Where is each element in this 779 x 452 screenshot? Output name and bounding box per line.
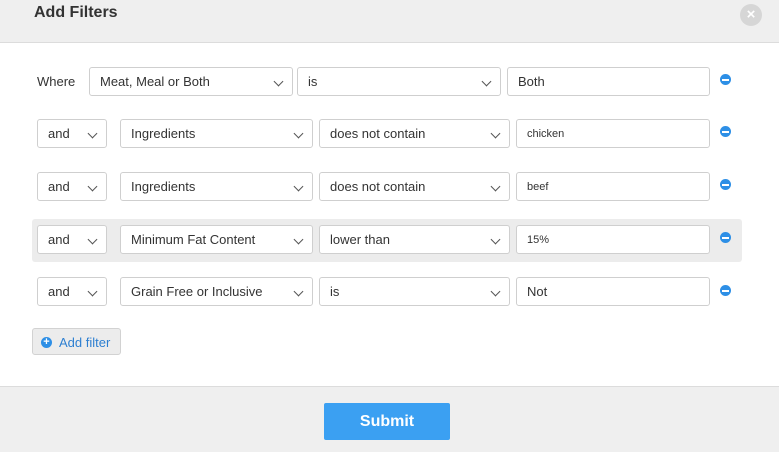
field-select[interactable]: Grain Free or Inclusive xyxy=(120,277,313,306)
chevron-down-icon xyxy=(293,181,304,192)
conjunction-select-value: and xyxy=(48,179,70,194)
field-select-value: Ingredients xyxy=(131,126,196,141)
dialog-title: Add Filters xyxy=(34,4,118,21)
close-icon[interactable]: × xyxy=(740,4,762,26)
value-input[interactable]: Both xyxy=(507,67,710,96)
field-select[interactable]: Meat, Meal or Both xyxy=(89,67,293,96)
remove-filter-icon[interactable] xyxy=(720,285,731,296)
conjunction-select-value: and xyxy=(48,232,70,247)
value-input[interactable]: chicken xyxy=(516,119,710,148)
conjunction-select-value: and xyxy=(48,284,70,299)
conjunction-select[interactable]: and xyxy=(37,119,107,148)
remove-filter-icon[interactable] xyxy=(720,179,731,190)
value-input[interactable]: 15% xyxy=(516,225,710,254)
operator-select-value: is xyxy=(308,74,318,89)
operator-select[interactable]: does not contain xyxy=(319,172,510,201)
remove-filter-icon[interactable] xyxy=(720,74,731,85)
conjunction-select[interactable]: and xyxy=(37,277,107,306)
value-input-text: Not xyxy=(527,284,548,299)
operator-select-value: does not contain xyxy=(330,179,426,194)
operator-select-value: is xyxy=(330,284,340,299)
add-filter-button[interactable]: + Add filter xyxy=(32,328,121,355)
operator-select[interactable]: is xyxy=(319,277,510,306)
where-label: Where xyxy=(37,74,76,89)
value-input-text: chicken xyxy=(527,128,565,140)
value-input-text: beef xyxy=(527,181,549,193)
add-filter-label: Add filter xyxy=(59,335,111,350)
field-select[interactable]: Ingredients xyxy=(120,119,313,148)
conjunction-select[interactable]: and xyxy=(37,225,107,254)
chevron-down-icon xyxy=(87,128,98,139)
value-input-text: 15% xyxy=(527,234,550,246)
operator-select[interactable]: does not contain xyxy=(319,119,510,148)
chevron-down-icon xyxy=(490,128,501,139)
chevron-down-icon xyxy=(293,286,304,297)
value-input[interactable]: Not xyxy=(516,277,710,306)
field-select-value: Meat, Meal or Both xyxy=(100,74,210,89)
dialog-footer: Submit xyxy=(0,386,779,452)
field-select-value: Grain Free or Inclusive xyxy=(131,284,263,299)
operator-select-value: lower than xyxy=(330,232,390,247)
chevron-down-icon xyxy=(87,234,98,245)
conjunction-select-value: and xyxy=(48,126,70,141)
remove-filter-icon[interactable] xyxy=(720,126,731,137)
chevron-down-icon xyxy=(273,76,284,87)
chevron-down-icon xyxy=(87,181,98,192)
value-input[interactable]: beef xyxy=(516,172,710,201)
submit-button[interactable]: Submit xyxy=(324,403,450,440)
field-select[interactable]: Ingredients xyxy=(120,172,313,201)
dialog-header: Add Filters × xyxy=(0,0,779,43)
operator-select[interactable]: lower than xyxy=(319,225,510,254)
field-select[interactable]: Minimum Fat Content xyxy=(120,225,313,254)
chevron-down-icon xyxy=(87,286,98,297)
chevron-down-icon xyxy=(293,234,304,245)
chevron-down-icon xyxy=(481,76,492,87)
operator-select-value: does not contain xyxy=(330,126,426,141)
chevron-down-icon xyxy=(490,234,501,245)
value-input-text: Both xyxy=(518,74,545,89)
operator-select[interactable]: is xyxy=(297,67,501,96)
chevron-down-icon xyxy=(490,286,501,297)
conjunction-select[interactable]: and xyxy=(37,172,107,201)
field-select-value: Minimum Fat Content xyxy=(131,232,256,247)
chevron-down-icon xyxy=(490,181,501,192)
remove-filter-icon[interactable] xyxy=(720,232,731,243)
plus-circle-icon: + xyxy=(41,337,52,348)
field-select-value: Ingredients xyxy=(131,179,196,194)
chevron-down-icon xyxy=(293,128,304,139)
